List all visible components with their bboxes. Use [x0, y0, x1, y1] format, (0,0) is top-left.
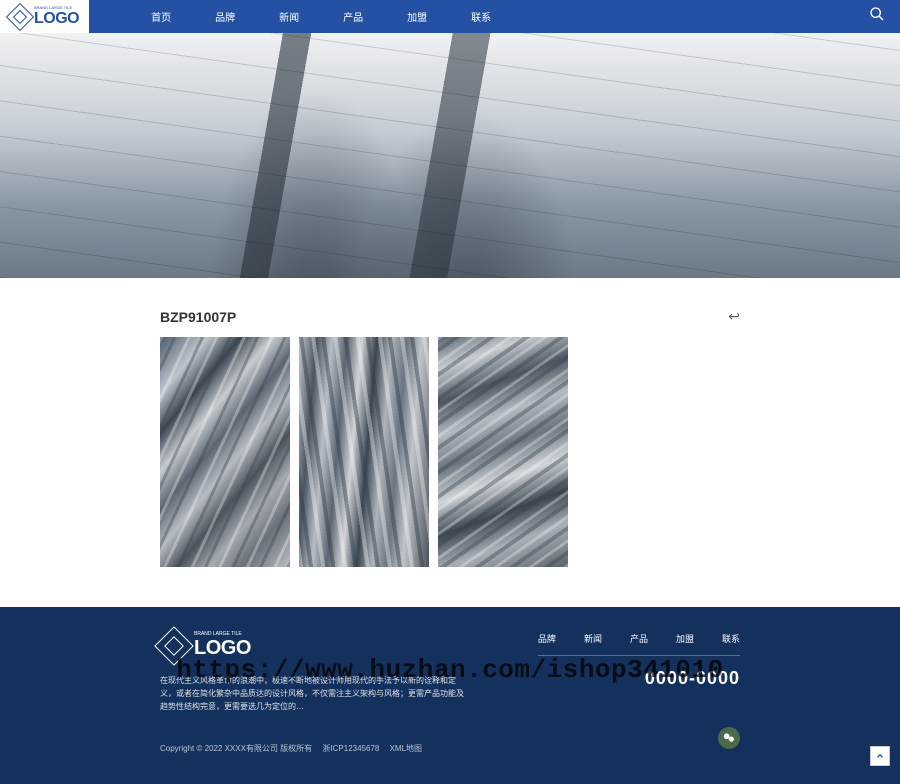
footer: BRAND LARGE TILE LOGO 在现代主义风格革命的浪潮中，极速不断…: [0, 607, 900, 784]
footer-nav-product[interactable]: 产品: [630, 632, 648, 645]
product-image-3[interactable]: [438, 337, 568, 567]
nav-contact[interactable]: 联系: [449, 9, 513, 24]
back-icon[interactable]: ↩: [728, 308, 740, 325]
scroll-top-button[interactable]: [870, 746, 890, 766]
footer-logo-text: LOGO: [194, 637, 251, 660]
footer-logo[interactable]: BRAND LARGE TILE LOGO: [160, 632, 470, 660]
header: BRAND LARGE TILE LOGO 首页 品牌 新闻 产品 加盟 联系: [0, 0, 900, 33]
logo-text: LOGO: [34, 10, 79, 28]
product-image-2[interactable]: [299, 337, 429, 567]
nav-join[interactable]: 加盟: [385, 9, 449, 24]
footer-description: 在现代主义风格革命的浪潮中，极速不断地被设计师用现代的手法予以新的诠释和定义，或…: [160, 675, 470, 713]
copyright: Copyright © 2022 XXXX有限公司 版权所有 浙ICP12345…: [160, 743, 740, 754]
xml-link[interactable]: XML地图: [390, 744, 422, 753]
footer-nav: 品牌 新闻 产品 加盟 联系: [538, 632, 740, 656]
footer-logo-icon: [154, 626, 194, 666]
nav-news[interactable]: 新闻: [257, 9, 321, 24]
copyright-text: Copyright © 2022 XXXX有限公司 版权所有: [160, 744, 312, 753]
product-gallery: [160, 337, 740, 567]
nav-brand[interactable]: 品牌: [193, 9, 257, 24]
logo[interactable]: BRAND LARGE TILE LOGO: [0, 0, 89, 33]
footer-nav-contact[interactable]: 联系: [722, 632, 740, 645]
hero-banner: [0, 33, 900, 278]
main-nav: 首页 品牌 新闻 产品 加盟 联系: [129, 9, 513, 24]
footer-nav-brand[interactable]: 品牌: [538, 632, 556, 645]
footer-phone: 0000-0000: [538, 668, 740, 689]
footer-nav-join[interactable]: 加盟: [676, 632, 694, 645]
product-image-1[interactable]: [160, 337, 290, 567]
search-icon[interactable]: [869, 6, 885, 27]
nav-home[interactable]: 首页: [129, 9, 193, 24]
product-title: BZP91007P: [160, 309, 236, 325]
nav-product[interactable]: 产品: [321, 9, 385, 24]
logo-icon: [6, 2, 34, 30]
footer-nav-news[interactable]: 新闻: [584, 632, 602, 645]
icp-link[interactable]: 浙ICP12345678: [322, 744, 379, 753]
product-content: BZP91007P ↩: [0, 278, 900, 607]
